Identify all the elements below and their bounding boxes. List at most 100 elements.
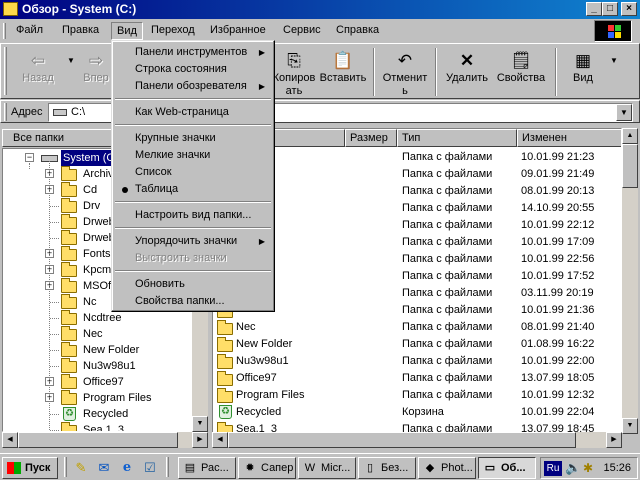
tasks-grip[interactable] xyxy=(166,457,169,477)
collapse-icon[interactable]: − xyxy=(25,153,34,162)
menu-go[interactable]: Переход xyxy=(146,22,200,40)
view-menu-item-18[interactable]: Свойства папки... xyxy=(115,293,271,310)
folder-icon xyxy=(61,374,77,389)
tree-connector xyxy=(50,334,59,335)
file-row[interactable]: Program Files Папка с файлами 10.01.99 12:… xyxy=(213,387,621,404)
view-menu-item-9[interactable]: Список xyxy=(115,164,271,181)
file-modified: 10.01.99 22:04 xyxy=(521,406,595,418)
file-type: Папка с файлами xyxy=(402,338,493,350)
view-menu-item-2[interactable]: Строка состояния xyxy=(115,61,271,78)
close-button[interactable]: × xyxy=(621,2,637,16)
scroll-thumb[interactable] xyxy=(622,144,638,188)
clock[interactable]: 15:26 xyxy=(603,462,631,474)
view-menu-item-17[interactable]: Обновить xyxy=(115,276,271,293)
file-row[interactable]: ♻ Recycled Корзина 10.01.99 22:04 xyxy=(213,404,621,421)
taskbar-task-button[interactable]: W Micr... xyxy=(298,457,356,479)
taskbar-task-button[interactable]: ◆ Phot... xyxy=(418,457,476,479)
explorer-window-icon[interactable] xyxy=(3,2,18,16)
taskbar-task-button[interactable]: ▯ Без... xyxy=(358,457,416,479)
back-button[interactable]: ⇦ Назад xyxy=(11,46,65,98)
minimize-button[interactable]: _ xyxy=(586,2,602,16)
file-list-pane: Размер Тип Изменен Папка с файлами 10.01.… xyxy=(212,126,640,450)
scroll-right-arrow[interactable]: ▶ xyxy=(192,432,208,448)
column-header-type[interactable]: Тип xyxy=(397,129,517,147)
file-list-vscrollbar[interactable]: ▲ ▼ xyxy=(622,128,638,434)
file-type: Папка с файлами xyxy=(402,321,493,333)
menu-help[interactable]: Справка xyxy=(331,22,384,40)
start-button[interactable]: Пуск xyxy=(2,457,58,479)
view-menu-item-8[interactable]: Мелкие значки xyxy=(115,147,271,164)
column-header-size[interactable]: Размер xyxy=(345,129,397,147)
menu-tools[interactable]: Сервис xyxy=(278,22,326,40)
view-menu-item-1[interactable]: Панели инструментов ▶ xyxy=(115,44,271,61)
forward-button[interactable]: ⇨ Впер xyxy=(79,46,113,98)
scroll-right-arrow[interactable]: ▶ xyxy=(606,432,622,448)
quicklaunch-grip[interactable] xyxy=(64,457,67,477)
tree-folder-label: Nec xyxy=(83,328,103,340)
scroll-down-arrow[interactable]: ▼ xyxy=(192,416,208,432)
menu-edit[interactable]: Правка xyxy=(57,22,104,40)
addressbar-grip[interactable] xyxy=(4,103,7,121)
file-type: Папка с файлами xyxy=(402,287,493,299)
maximize-button[interactable]: □ xyxy=(602,2,618,16)
copy-button[interactable]: ⎘ Копиров ать xyxy=(271,46,317,98)
address-value[interactable]: C:\ xyxy=(71,106,85,118)
taskbar-task-button[interactable]: ▤ Рас... xyxy=(178,457,236,479)
view-menu-item-10[interactable]: Таблица xyxy=(115,181,271,198)
view-menu-item-3[interactable]: Панели обозревателя ▶ xyxy=(115,78,271,95)
views-dropdown[interactable]: ▼ xyxy=(607,46,621,98)
folder-icon xyxy=(61,358,77,373)
file-name: Nu3w98u1 xyxy=(236,355,289,367)
scroll-left-arrow[interactable]: ◀ xyxy=(212,432,228,448)
file-row[interactable]: Office97 Папка с файлами 13.07.99 18:05 xyxy=(213,370,621,387)
tree-folder-label: Nc xyxy=(83,296,97,308)
taskbar-task-button[interactable]: ✹ Сапер xyxy=(238,457,296,479)
taskbar-task-button[interactable]: ▭ Об... xyxy=(478,457,536,479)
task-label: Рас... xyxy=(201,462,229,474)
view-menu-item-7[interactable]: Крупные значки xyxy=(115,130,271,147)
paste-button[interactable]: 📋 Вставить xyxy=(317,46,369,98)
undo-button[interactable]: ↶ Отменит ь xyxy=(379,46,431,98)
back-arrow-icon: ⇦ xyxy=(30,51,46,70)
column-header-modified[interactable]: Изменен xyxy=(517,129,621,147)
file-name: New Folder xyxy=(236,338,293,350)
file-row[interactable]: Nec Папка с файлами 08.01.99 21:40 xyxy=(213,319,621,336)
outlook-icon[interactable]: ✉ xyxy=(95,459,113,477)
view-menu-item-12[interactable]: Настроить вид папки... xyxy=(115,207,271,224)
address-dropdown-button[interactable]: ▼ xyxy=(616,104,632,121)
views-button[interactable]: ▦ Вид xyxy=(561,46,605,98)
channels-icon[interactable]: ☑ xyxy=(141,459,159,477)
speaker-icon[interactable]: 🔈 xyxy=(565,460,581,476)
menu-favorites[interactable]: Избранное xyxy=(205,22,271,40)
scroll-up-arrow[interactable]: ▲ xyxy=(622,128,638,144)
desktop-icon[interactable]: ✎ xyxy=(72,459,90,477)
file-row[interactable]: New Folder Папка с файлами 01.08.99 16:22 xyxy=(213,336,621,353)
folder-icon xyxy=(217,388,233,403)
file-row[interactable]: Nu3w98u1 Папка с файлами 10.01.99 22:00 xyxy=(213,353,621,370)
file-list-hscrollbar[interactable]: ◀ ▶ xyxy=(212,432,622,448)
task-label: Сапер xyxy=(261,462,294,474)
scroll-thumb[interactable] xyxy=(228,432,576,448)
task-label: Без... xyxy=(381,462,409,474)
file-modified: 09.01.99 21:49 xyxy=(521,168,595,180)
back-history-dropdown[interactable]: ▼ xyxy=(65,46,77,98)
tree-folder-label: Recycled xyxy=(83,408,129,420)
scroll-down-arrow[interactable]: ▼ xyxy=(622,418,638,434)
menubar-grip[interactable] xyxy=(3,23,6,39)
menu-view[interactable]: Вид xyxy=(111,22,143,40)
view-menu-item-14[interactable]: Упорядочить значки ▶ xyxy=(115,233,271,250)
toolbar-grip[interactable] xyxy=(4,47,7,95)
delete-button[interactable]: ✕ Удалить xyxy=(441,46,493,98)
language-indicator[interactable]: Ru xyxy=(544,461,562,476)
title-bar[interactable]: Обзор - System (C:) _ □ × xyxy=(0,0,640,19)
menu-file[interactable]: Файл xyxy=(11,22,48,40)
properties-button[interactable]: 🗒 Свойства xyxy=(493,46,549,98)
scheduler-icon[interactable]: ✱ xyxy=(583,461,593,475)
scroll-left-arrow[interactable]: ◀ xyxy=(2,432,18,448)
file-modified: 08.01.99 20:13 xyxy=(521,185,595,197)
folder-tree-hscrollbar[interactable]: ◀ ▶ xyxy=(2,432,208,448)
tree-connector xyxy=(50,430,59,431)
scroll-thumb[interactable] xyxy=(18,432,178,448)
ie-icon[interactable]: e xyxy=(118,459,136,477)
view-menu-item-5[interactable]: Как Web-страница xyxy=(115,104,271,121)
